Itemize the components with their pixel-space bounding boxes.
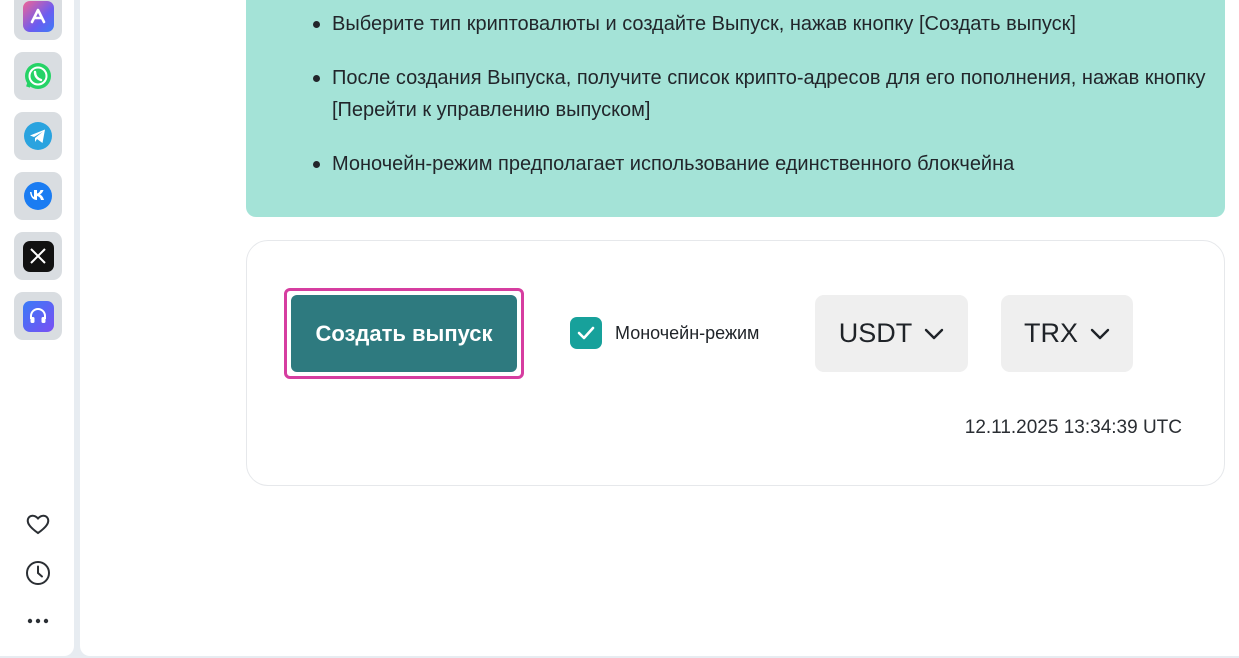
- history-button[interactable]: [22, 557, 54, 589]
- monochain-toggle[interactable]: Моночейн-режим: [570, 317, 759, 349]
- app-a-icon: [22, 0, 54, 32]
- vk-icon: [23, 181, 54, 212]
- clock-icon: [26, 561, 50, 585]
- info-item: После создания Выпуска, получите список …: [313, 62, 1212, 126]
- telegram-icon: [23, 121, 54, 152]
- info-box: Выберите тип криптовалюты и создайте Вып…: [246, 0, 1225, 217]
- sidebar-app-x[interactable]: [14, 232, 62, 280]
- network-value: TRX: [1024, 318, 1078, 348]
- sidebar-app-vk[interactable]: [14, 172, 62, 220]
- info-item: Выберите тип криптовалюты и создайте Вып…: [313, 8, 1212, 40]
- checkmark-icon: [577, 326, 595, 340]
- heart-icon: [26, 514, 50, 535]
- favorites-button[interactable]: [22, 508, 54, 540]
- sidebar-app-telegram[interactable]: [14, 112, 62, 160]
- currency-value: USDT: [838, 318, 913, 348]
- whatsapp-icon: [23, 61, 54, 92]
- chevron-down-icon: [1090, 328, 1110, 340]
- x-icon: [22, 240, 54, 272]
- sidebar: [0, 0, 74, 656]
- issue-card: Создать выпуск Моночейн-режим USDT TRX 1…: [246, 240, 1225, 486]
- monochain-checkbox[interactable]: [570, 317, 602, 349]
- timestamp: 12.11.2025 13:34:39 UTC: [964, 417, 1182, 438]
- info-item: Моночейн-режим предполагает использовани…: [313, 148, 1212, 180]
- currency-select[interactable]: USDT: [815, 295, 968, 372]
- sidebar-app-a[interactable]: [14, 0, 62, 40]
- info-list: Выберите тип криптовалюты и создайте Вып…: [313, 8, 1212, 202]
- more-button[interactable]: [22, 605, 54, 637]
- headphones-icon: [22, 300, 54, 332]
- sidebar-app-whatsapp[interactable]: [14, 52, 62, 100]
- chevron-down-icon: [924, 328, 944, 340]
- monochain-label: Моночейн-режим: [615, 322, 760, 343]
- main-content: Выберите тип криптовалюты и создайте Вып…: [80, 0, 1239, 656]
- network-select[interactable]: TRX: [1001, 295, 1133, 372]
- create-issue-button[interactable]: Создать выпуск: [291, 295, 517, 372]
- create-button-highlight: Создать выпуск: [284, 288, 524, 379]
- sidebar-app-support[interactable]: [14, 292, 62, 340]
- more-icon: [27, 618, 49, 624]
